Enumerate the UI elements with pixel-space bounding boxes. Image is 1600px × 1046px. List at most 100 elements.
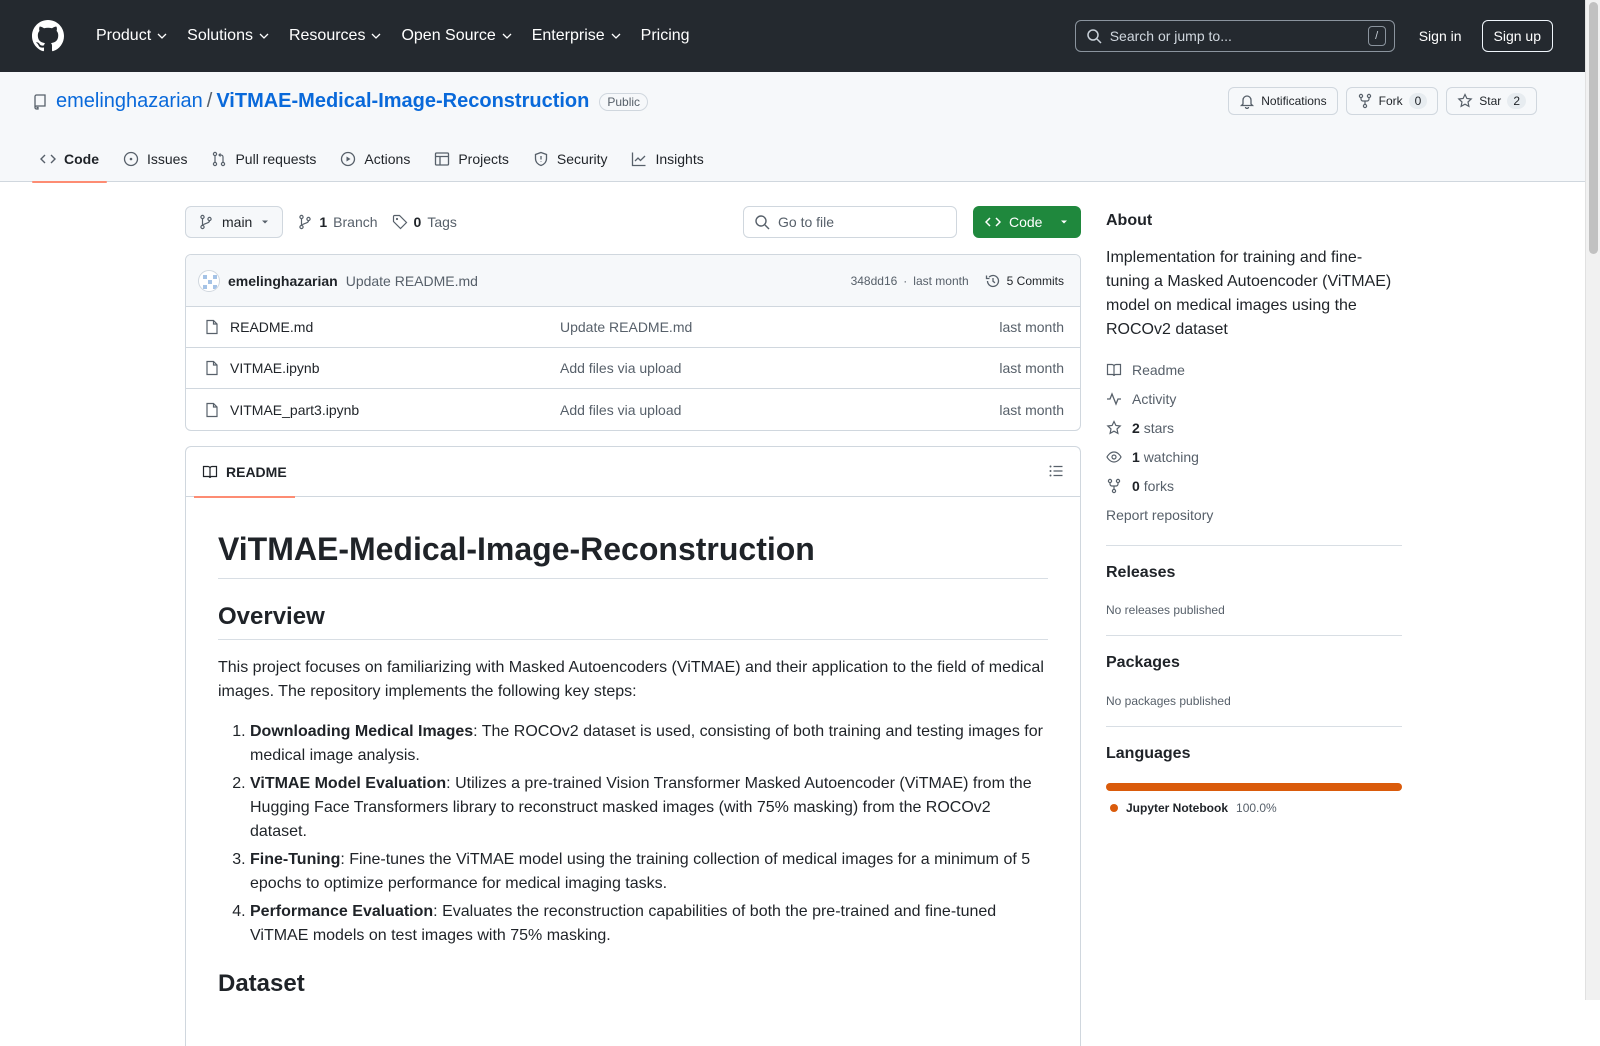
code-icon [40, 154, 56, 164]
file-icon [206, 360, 218, 376]
step-text: : Fine-tunes the ViTMAE model using the … [250, 851, 1031, 892]
tag-count: 0 [413, 214, 422, 230]
github-logo-icon[interactable] [32, 20, 64, 52]
commits-history-link[interactable]: 5 Commits [985, 273, 1064, 289]
chevron-down-icon [611, 33, 621, 39]
tab-actions[interactable]: Actions [332, 136, 418, 182]
tab-code-label: Code [64, 151, 99, 167]
nav-resources[interactable]: Resources [279, 27, 391, 45]
commit-message-link[interactable]: Update README.md [346, 273, 478, 289]
file-row[interactable]: VITMAE_part3.ipynb Add files via upload … [186, 389, 1080, 430]
tab-projects[interactable]: Projects [426, 136, 517, 182]
readme-panel: README ViTMAE-Medical-Image-Reconstructi… [185, 446, 1081, 1046]
stars-link[interactable]: 2 stars [1106, 420, 1174, 436]
key-steps-list: Downloading Medical Images: The ROCOv2 d… [218, 720, 1048, 948]
branch-name: main [222, 214, 253, 230]
commit-sha-link[interactable]: 348dd16 [851, 274, 898, 288]
global-search-input[interactable]: Search or jump to... / [1074, 20, 1395, 52]
chevron-down-icon [157, 33, 167, 39]
file-date: last month [999, 360, 1064, 376]
code-download-button[interactable]: Code [973, 206, 1081, 238]
caret-down-icon [262, 220, 269, 224]
branch-selector[interactable]: main [185, 206, 284, 238]
page-scrollbar[interactable] [1585, 0, 1600, 1000]
tab-pull-requests[interactable]: Pull requests [203, 136, 324, 182]
file-commit-link[interactable]: Add files via upload [560, 402, 999, 418]
fork-icon [1107, 478, 1121, 494]
commit-author-link[interactable]: emelinghazarian [228, 273, 338, 289]
repo-name-link[interactable]: ViTMAE-Medical-Image-Reconstruction [216, 90, 589, 113]
notifications-button[interactable]: Notifications [1228, 87, 1338, 115]
report-repository-link[interactable]: Report repository [1106, 507, 1213, 523]
sign-in-link[interactable]: Sign in [1419, 28, 1462, 44]
tab-issues-label: Issues [147, 151, 188, 167]
readme-tab[interactable]: README [194, 447, 295, 498]
commit-meta: 348dd16 · last month 5 Commits [851, 273, 1064, 289]
nav-product[interactable]: Product [86, 27, 177, 45]
tab-pull-requests-label: Pull requests [235, 151, 317, 167]
fork-button[interactable]: Fork 0 [1345, 87, 1439, 115]
file-name-link[interactable]: README.md [230, 319, 560, 335]
activity-link[interactable]: Activity [1106, 391, 1176, 407]
pull-request-icon [213, 151, 226, 167]
branch-count: 1 [319, 214, 328, 230]
sidebar-divider [1106, 545, 1402, 546]
packages-heading[interactable]: Packages [1106, 654, 1180, 672]
file-row[interactable]: README.md Update README.md last month [186, 307, 1080, 348]
repo-owner-link[interactable]: emelinghazarian [56, 90, 203, 113]
sign-up-button[interactable]: Sign up [1481, 20, 1553, 52]
file-commit-link[interactable]: Update README.md [560, 319, 999, 335]
nav-solutions[interactable]: Solutions [177, 27, 279, 45]
history-icon [985, 274, 999, 287]
tab-issues[interactable]: Issues [115, 136, 195, 182]
star-button[interactable]: Star 2 [1446, 87, 1537, 115]
notifications-label: Notifications [1261, 94, 1327, 108]
language-item[interactable]: Jupyter Notebook 100.0% [1110, 801, 1277, 815]
avatar[interactable] [198, 269, 220, 292]
file-name-link[interactable]: VITMAE_part3.ipynb [230, 402, 560, 418]
list-item: Fine-Tuning: Fine-tunes the ViTMAE model… [250, 848, 1048, 896]
file-date: last month [999, 401, 1064, 418]
readme-body: ViTMAE-Medical-Image-Reconstruction Over… [186, 531, 1080, 1006]
nav-open-source[interactable]: Open Source [391, 27, 521, 45]
file-toolbar: main 1 Branch 0 Tags Go to file Code [185, 206, 1081, 238]
tag-label: Tags [427, 214, 457, 230]
releases-heading[interactable]: Releases [1106, 564, 1175, 582]
dataset-heading: Dataset [218, 970, 305, 997]
tab-code[interactable]: Code [32, 136, 107, 183]
language-color-dot [1110, 804, 1118, 812]
file-browser: emelinghazarian Update README.md 348dd16… [185, 254, 1081, 431]
languages-heading: Languages [1106, 745, 1191, 762]
tag-icon [392, 214, 407, 230]
shield-icon [534, 151, 548, 167]
tab-security[interactable]: Security [525, 136, 616, 182]
list-unordered-icon[interactable] [1048, 463, 1064, 479]
about-heading: About [1106, 212, 1153, 229]
branches-link[interactable]: 1 Branch [297, 214, 378, 230]
readme-link[interactable]: Readme [1106, 362, 1185, 378]
nav-enterprise[interactable]: Enterprise [522, 27, 631, 45]
scrollbar-thumb[interactable] [1589, 2, 1598, 254]
watchers-link[interactable]: 1 watching [1106, 449, 1199, 465]
go-to-file-input[interactable]: Go to file [743, 206, 957, 238]
chevron-down-icon [502, 33, 512, 39]
global-header: Product Solutions Resources Open Source … [0, 0, 1585, 72]
search-placeholder: Search or jump to... [1109, 28, 1232, 44]
readme-tab-label: README [226, 464, 287, 480]
file-commit-link[interactable]: Add files via upload [560, 360, 999, 376]
nav-pricing[interactable]: Pricing [631, 27, 700, 45]
commit-meta-separator: · [903, 273, 908, 288]
tab-insights[interactable]: Insights [623, 136, 711, 182]
tags-link[interactable]: 0 Tags [392, 214, 457, 230]
file-name-link[interactable]: VITMAE.ipynb [230, 360, 560, 376]
list-item: ViTMAE Model Evaluation: Utilizes a pre-… [250, 772, 1048, 844]
book-icon [1106, 363, 1122, 377]
watching-text: 1 watching [1132, 449, 1199, 465]
overview-heading: Overview [218, 603, 1048, 640]
file-row[interactable]: VITMAE.ipynb Add files via upload last m… [186, 348, 1080, 389]
star-count: 2 [1507, 93, 1526, 109]
repo-actions: Notifications Fork 0 Star 2 [1228, 87, 1537, 115]
forks-link[interactable]: 0 forks [1106, 478, 1174, 494]
stars-text: 2 stars [1132, 420, 1174, 436]
star-icon [1457, 93, 1473, 108]
